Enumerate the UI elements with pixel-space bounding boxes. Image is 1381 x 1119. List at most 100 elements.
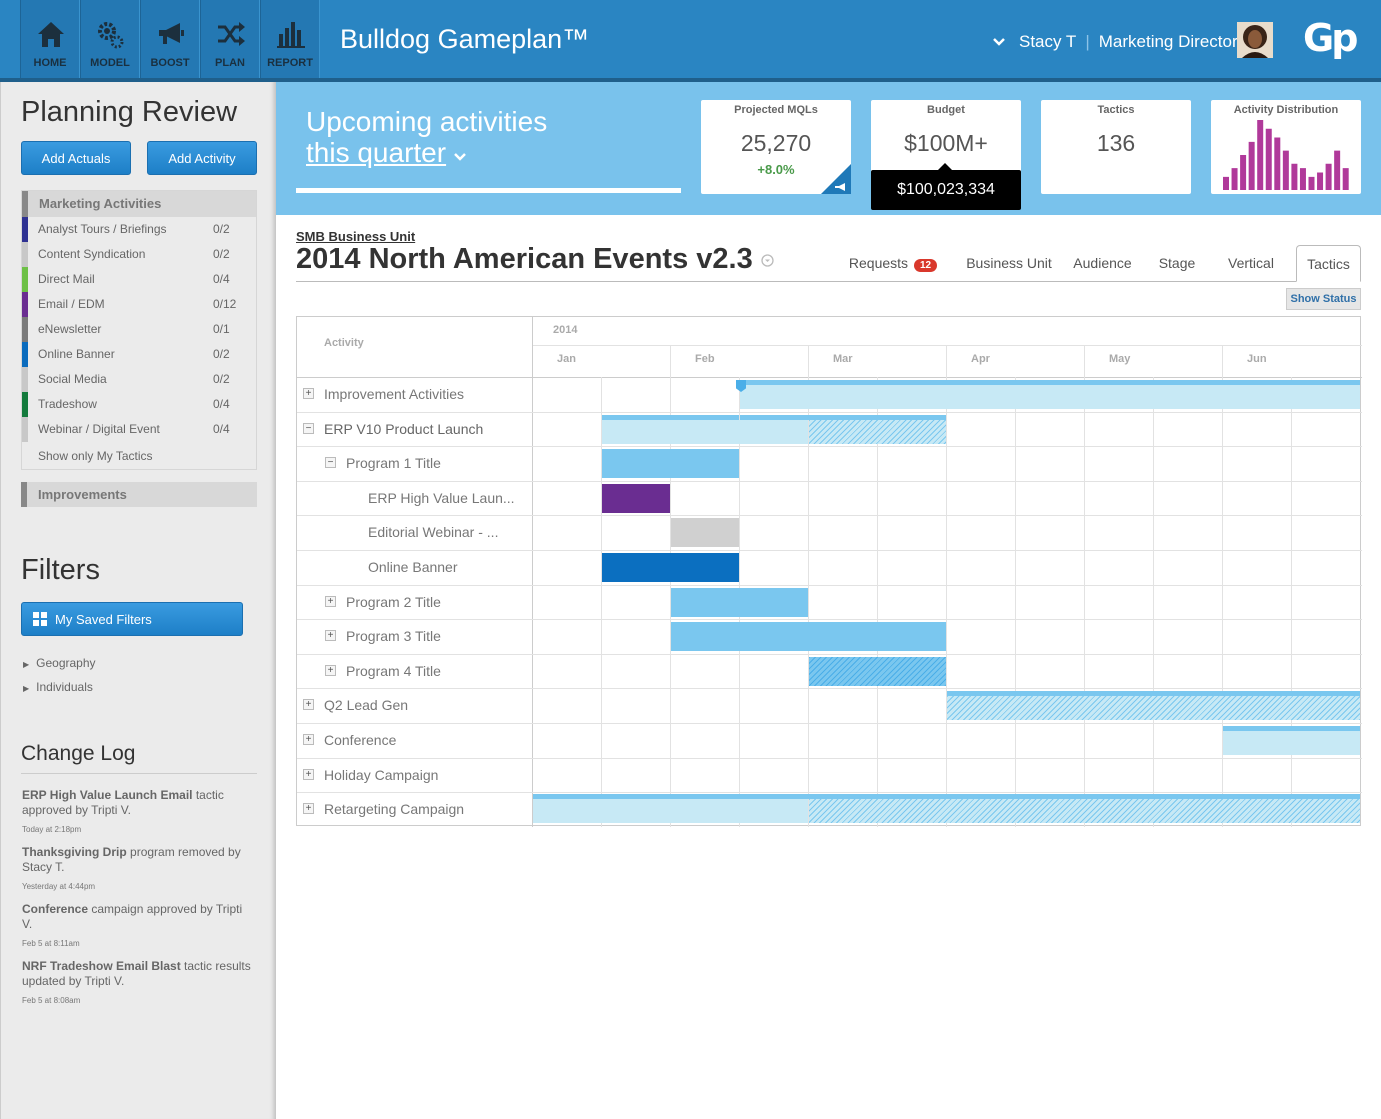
log-subject[interactable]: Conference: [22, 902, 88, 916]
filter-geography[interactable]: ▶ Geography: [23, 656, 96, 670]
program-bar-future[interactable]: [809, 656, 946, 686]
expand-icon[interactable]: +: [325, 595, 336, 607]
expand-icon[interactable]: +: [303, 803, 314, 815]
gantt-row[interactable]: + Q2 Lead Gen: [297, 688, 532, 723]
avatar[interactable]: [1237, 22, 1273, 58]
nav-home[interactable]: HOME: [20, 0, 80, 78]
distribution-bar: [1240, 155, 1247, 190]
distribution-bar: [1325, 163, 1332, 190]
activity-type-item[interactable]: Online Banner 0/2: [22, 342, 256, 367]
activity-type-item[interactable]: Content Syndication 0/2: [22, 242, 256, 267]
activity-type-item[interactable]: Social Media 0/2: [22, 367, 256, 392]
nav-boost[interactable]: BOOST: [140, 0, 200, 78]
activity-type-label: eNewsletter: [38, 322, 102, 336]
log-subject[interactable]: ERP High Value Launch Email: [22, 788, 193, 802]
tab-tactics[interactable]: Tactics: [1296, 245, 1361, 282]
expand-icon[interactable]: +: [303, 699, 314, 711]
expand-icon[interactable]: +: [325, 664, 336, 676]
gantt-row-label: Program 3 Title: [346, 628, 441, 645]
top-bar: HOME MODEL BOOST PLAN REPORT Bulldog Gam…: [0, 0, 1381, 82]
gantt-row[interactable]: − Program 1 Title: [297, 446, 532, 481]
megaphone-corner-icon: [821, 164, 851, 194]
campaign-bar[interactable]: [1223, 731, 1360, 755]
activity-type-item[interactable]: Webinar / Digital Event 0/4: [22, 417, 256, 442]
program-bar[interactable]: [671, 622, 946, 652]
activity-type-item[interactable]: Direct Mail 0/4: [22, 267, 256, 292]
gantt-row[interactable]: + Improvement Activities: [297, 377, 532, 412]
my-saved-filters-button[interactable]: My Saved Filters: [21, 602, 243, 636]
tactic-bar-webinar[interactable]: [671, 518, 739, 548]
gantt-row[interactable]: + Conference: [297, 723, 532, 758]
gameplan-logo[interactable]: Gp: [1303, 16, 1358, 60]
tab-business-unit[interactable]: Business Unit: [963, 245, 1055, 282]
gantt-row[interactable]: + Holiday Campaign: [297, 758, 532, 793]
campaign-bar-future[interactable]: [809, 419, 946, 444]
gantt-row[interactable]: Editorial Webinar - ...: [297, 515, 532, 550]
expand-icon[interactable]: +: [303, 734, 314, 745]
campaign-bar[interactable]: [533, 799, 808, 824]
grid-line: [1153, 377, 1154, 827]
tab-vertical[interactable]: Vertical: [1222, 245, 1280, 282]
activity-type-item[interactable]: Email / EDM 0/12: [22, 292, 256, 317]
filter-individuals[interactable]: ▶ Individuals: [23, 680, 93, 694]
marketing-activities-header[interactable]: Marketing Activities: [22, 191, 256, 217]
campaign-bar[interactable]: [740, 385, 1360, 409]
gantt-row[interactable]: + Retargeting Campaign: [297, 792, 532, 827]
business-unit-link[interactable]: SMB Business Unit: [296, 229, 415, 244]
program-bar[interactable]: [671, 587, 808, 617]
collapse-icon[interactable]: −: [303, 422, 314, 434]
gantt-row-label: Program 2 Title: [346, 593, 441, 610]
quarter-selector[interactable]: this quarter: [306, 137, 547, 168]
dropdown-circle-icon[interactable]: [761, 254, 774, 267]
nav-model[interactable]: MODEL: [80, 0, 140, 78]
user-menu[interactable]: Stacy T | Marketing Director: [993, 30, 1238, 54]
expand-icon[interactable]: +: [325, 630, 336, 642]
gantt-row[interactable]: − ERP V10 Product Launch: [297, 412, 532, 447]
distribution-bar: [1248, 141, 1255, 190]
campaign-bar-future[interactable]: [947, 696, 1360, 721]
log-subject[interactable]: NRF Tradeshow Email Blast: [22, 959, 181, 973]
distribution-bar: [1291, 163, 1298, 190]
activity-type-count: 0/1: [213, 322, 230, 336]
activity-type-item[interactable]: Tradeshow 0/4: [22, 392, 256, 417]
add-activity-button[interactable]: Add Activity: [147, 141, 257, 175]
gantt-row[interactable]: + Program 4 Title: [297, 654, 532, 689]
tactics-card[interactable]: Tactics 136: [1041, 100, 1191, 194]
collapse-icon[interactable]: −: [325, 457, 336, 469]
gantt-row[interactable]: + Program 3 Title: [297, 619, 532, 654]
log-timestamp: Yesterday at 4:44pm: [22, 882, 96, 891]
change-log-entry: ERP High Value Launch Email tactic appro…: [22, 788, 252, 837]
nav-label: REPORT: [267, 57, 313, 69]
gantt-row[interactable]: + Program 2 Title: [297, 585, 532, 620]
gantt-row[interactable]: Online Banner: [297, 550, 532, 585]
tab-stage[interactable]: Stage: [1152, 245, 1202, 282]
campaign-bar-future[interactable]: [809, 799, 1360, 824]
activity-distribution-card[interactable]: Activity Distribution: [1211, 100, 1361, 194]
nav-report[interactable]: REPORT: [260, 0, 320, 78]
month-label: May: [1109, 353, 1131, 365]
activity-type-item[interactable]: Analyst Tours / Briefings 0/2: [22, 217, 256, 242]
expand-icon[interactable]: +: [303, 768, 314, 780]
improvements-panel[interactable]: Improvements: [21, 482, 257, 507]
grid-line: [946, 345, 947, 377]
show-status-button[interactable]: Show Status: [1286, 288, 1361, 310]
grid-line: [1084, 377, 1085, 827]
divider: |: [1085, 32, 1090, 51]
expand-icon[interactable]: +: [303, 388, 314, 399]
tactic-bar-banner[interactable]: [602, 553, 739, 582]
activity-type-label: Direct Mail: [38, 272, 95, 286]
activity-type-item[interactable]: eNewsletter 0/1: [22, 317, 256, 342]
add-actuals-button[interactable]: Add Actuals: [21, 141, 131, 175]
gantt-row[interactable]: ERP High Value Laun...: [297, 481, 532, 516]
projected-mqls-card[interactable]: Projected MQLs 25,270 +8.0%: [701, 100, 851, 194]
activity-type-label: Content Syndication: [38, 247, 146, 261]
show-only-my-tactics[interactable]: Show only My Tactics: [22, 442, 256, 470]
log-subject[interactable]: Thanksgiving Drip: [22, 845, 127, 859]
nav-plan[interactable]: PLAN: [200, 0, 260, 78]
campaign-bar[interactable]: [602, 419, 808, 444]
distribution-bar: [1317, 172, 1324, 190]
tab-requests[interactable]: Requests 12: [846, 245, 940, 282]
tab-audience[interactable]: Audience: [1070, 245, 1135, 282]
program-bar[interactable]: [602, 449, 739, 479]
tactic-bar-email[interactable]: [602, 483, 670, 513]
